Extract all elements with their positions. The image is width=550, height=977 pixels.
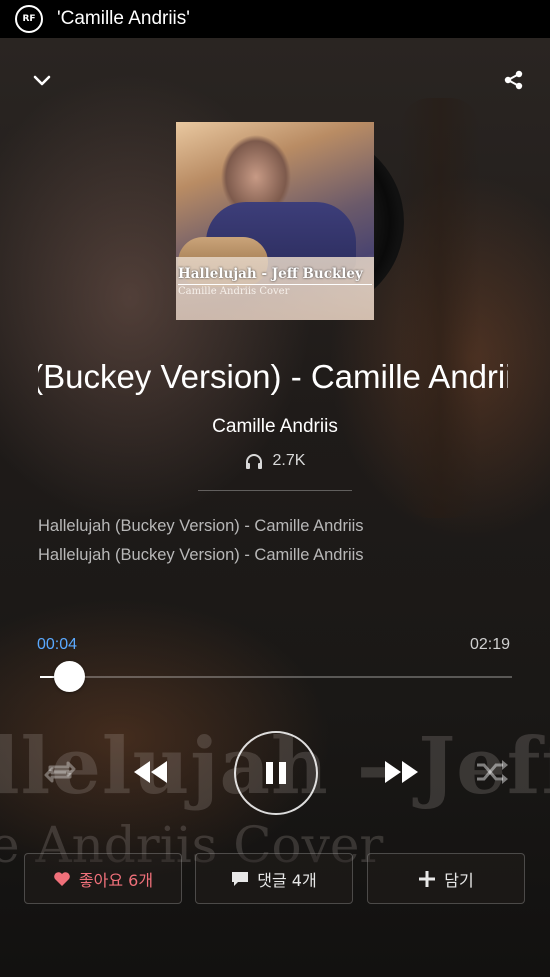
chevron-down-icon (33, 75, 51, 86)
shuffle-button[interactable] (472, 756, 512, 788)
total-time: 02:19 (470, 636, 511, 653)
pause-icon (266, 762, 286, 784)
repeat-icon (44, 761, 76, 783)
comment-icon (232, 871, 249, 886)
plus-icon (419, 870, 436, 887)
window-title: 'Camille Andriis' (57, 8, 190, 29)
rewind-button[interactable] (130, 752, 172, 792)
album-cover: Hallelujah - Jeff Buckley Camille Andrii… (176, 122, 374, 320)
like-label: 좋아요 6개 (78, 870, 154, 890)
collapse-button[interactable] (28, 66, 56, 94)
headphones-icon (245, 454, 262, 469)
song-title: Hallelujah (Buckey Version) - Camille An… (38, 358, 508, 395)
seek-bar-progress (40, 676, 55, 678)
title-bar: RF 'Camille Andriis' (0, 0, 550, 38)
seek-bar[interactable] (40, 676, 512, 678)
rewind-icon (134, 761, 167, 783)
current-time: 00:04 (37, 636, 78, 653)
fast-forward-icon (385, 761, 418, 783)
track-description: Hallelujah (Buckey Version) - Camille An… (38, 512, 364, 570)
song-title-marquee: Hallelujah (Buckey Version) - Camille An… (38, 356, 508, 404)
seek-thumb[interactable] (53, 661, 85, 692)
play-count-value: 2.7K (272, 452, 306, 469)
cover-title: Hallelujah - Jeff Buckley (178, 266, 363, 282)
description-line: Hallelujah (Buckey Version) - Camille An… (38, 517, 364, 535)
share-button[interactable] (500, 66, 528, 94)
heart-icon (54, 871, 70, 886)
share-icon (504, 70, 523, 90)
add-label: 담기 (444, 870, 474, 890)
pause-button[interactable] (234, 731, 318, 815)
play-count: 2.7K (0, 452, 550, 470)
artist-name[interactable]: Camille Andriis (0, 416, 550, 438)
shuffle-icon (477, 760, 508, 784)
comment-label: 댓글 4개 (257, 870, 317, 890)
divider (198, 490, 352, 491)
cover-subtitle: Camille Andriis Cover (178, 286, 290, 297)
add-to-playlist-button[interactable]: 담기 (367, 853, 525, 904)
like-button[interactable]: 좋아요 6개 (24, 853, 182, 904)
fast-forward-button[interactable] (380, 752, 422, 792)
description-line: Hallelujah (Buckey Version) - Camille An… (38, 546, 364, 564)
app-logo-icon: RF (15, 5, 43, 33)
comment-button[interactable]: 댓글 4개 (195, 853, 353, 904)
repeat-button[interactable] (40, 756, 80, 788)
